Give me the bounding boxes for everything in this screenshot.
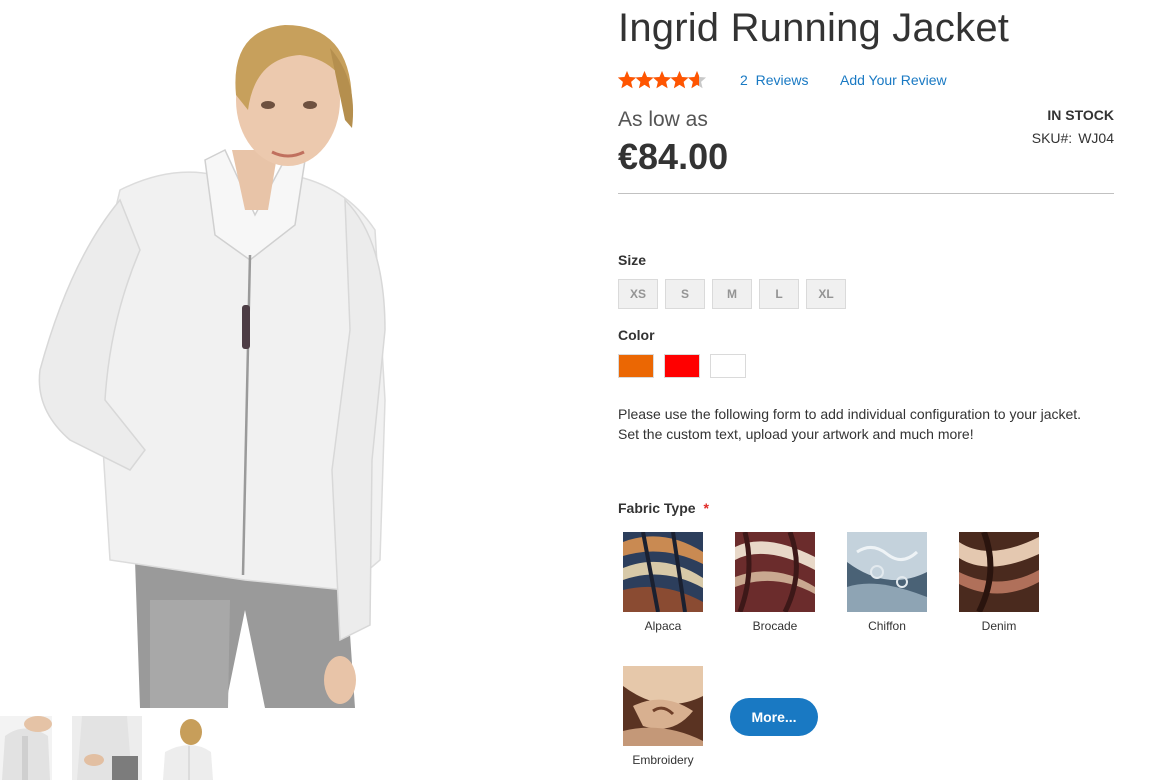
star-fill-1: [618, 71, 637, 89]
color-option-red[interactable]: [664, 354, 700, 378]
product-price: €84.00: [618, 136, 729, 177]
note-line-1: Please use the following form to add ind…: [618, 406, 1082, 422]
thumbnail-2[interactable]: [72, 716, 142, 780]
color-label: Color: [618, 327, 655, 343]
stock-status: IN STOCK: [1047, 107, 1114, 123]
reviews-count: 2: [740, 72, 748, 88]
star-rating-icon: [618, 71, 707, 89]
product-title: Ingrid Running Jacket: [618, 6, 1010, 50]
product-main-image[interactable]: [0, 0, 560, 708]
thumbnail-1[interactable]: [0, 716, 52, 780]
reviews-summary: 2 Reviews Add Your Review: [618, 70, 1114, 90]
fabric-option-embroidery[interactable]: Embroidery: [618, 666, 708, 776]
fabric-name-brocade: Brocade: [752, 619, 798, 633]
size-option-xs[interactable]: XS: [618, 279, 658, 309]
required-indicator: *: [703, 500, 709, 516]
star-fill-2: [635, 71, 654, 89]
fabric-option-denim[interactable]: Denim: [954, 532, 1044, 642]
star-fill-3: [652, 71, 672, 89]
size-option-m[interactable]: M: [712, 279, 752, 309]
sku-value: WJ04: [1078, 130, 1114, 146]
chiffon-swatch-image: [847, 532, 927, 612]
fabric-name-embroidery: Embroidery: [632, 753, 694, 767]
more-fabrics-button[interactable]: More...: [730, 698, 818, 736]
add-review-link[interactable]: Add Your Review: [840, 72, 947, 88]
gallery-thumbnails: [0, 716, 560, 780]
size-option-s[interactable]: S: [665, 279, 705, 309]
embroidery-swatch-image: [623, 666, 703, 746]
fabric-option-chiffon[interactable]: Chiffon: [842, 532, 932, 642]
product-sku: SKU#: WJ04: [1032, 130, 1114, 146]
fabric-name-denim: Denim: [981, 619, 1017, 633]
price-prefix: As low as: [618, 108, 708, 131]
fabric-name-alpaca: Alpaca: [644, 619, 682, 633]
price-divider: [618, 193, 1114, 194]
fabric-option-brocade[interactable]: Brocade: [730, 532, 820, 642]
configuration-note: Please use the following form to add ind…: [618, 404, 1114, 444]
size-option-xl[interactable]: XL: [806, 279, 846, 309]
brocade-swatch-image: [735, 532, 815, 612]
sku-label: SKU#:: [1031, 130, 1073, 146]
note-line-2: Set the custom text, upload your artwork…: [618, 426, 974, 442]
fabric-type-text: Fabric Type: [618, 500, 696, 516]
fabric-type-label: Fabric Type *: [618, 500, 709, 516]
product-gallery: [0, 0, 560, 780]
reviews-link[interactable]: 2 Reviews: [740, 72, 808, 88]
size-label: Size: [618, 252, 647, 268]
thumbnail-3[interactable]: [143, 716, 213, 780]
color-option-white[interactable]: [710, 354, 746, 378]
denim-swatch-image: [959, 532, 1039, 612]
fabric-option-alpaca[interactable]: Alpaca: [618, 532, 708, 642]
reviews-label: Reviews: [755, 72, 809, 88]
jacket-model-photo: [38, 25, 386, 708]
size-option-l[interactable]: L: [759, 279, 799, 309]
fabric-name-chiffon: Chiffon: [868, 619, 906, 633]
color-option-orange[interactable]: [618, 354, 654, 378]
star-fill-4: [670, 71, 689, 89]
alpaca-swatch-image: [623, 532, 703, 612]
